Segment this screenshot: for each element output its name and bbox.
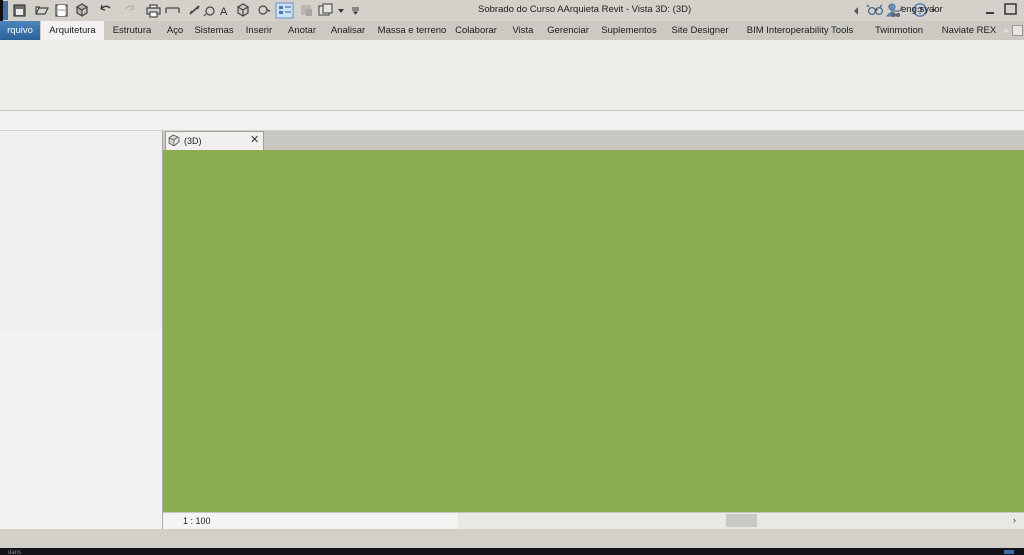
svg-text:A: A: [220, 6, 228, 18]
